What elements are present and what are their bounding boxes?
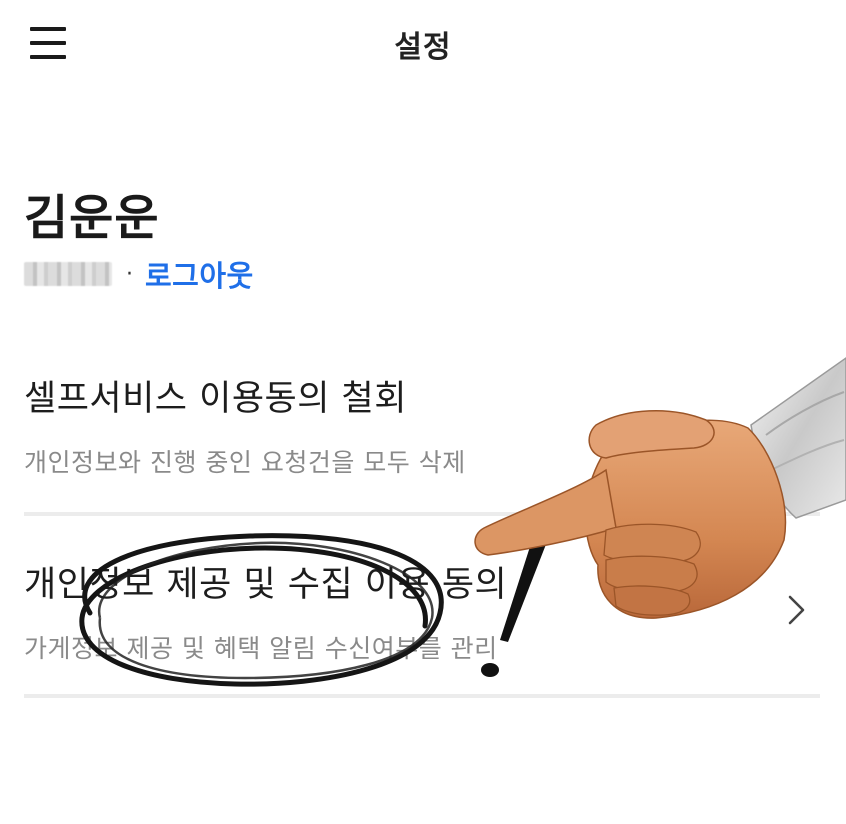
divider <box>24 694 820 698</box>
menu-item-withdraw-consent[interactable]: 셀프서비스 이용동의 철회 개인정보와 진행 중인 요청건을 모두 삭제 <box>24 370 820 512</box>
menu-item-privacy-consent[interactable]: 개인정보 제공 및 수집 이용 동의 가게정보 제공 및 혜택 알림 수신여부를… <box>24 556 820 696</box>
logout-link[interactable]: 로그아웃 <box>145 253 254 295</box>
account-row: · 로그아웃 <box>24 253 254 295</box>
app-header: 설정 <box>0 0 846 88</box>
menu-item-title: 셀프서비스 이용동의 철회 <box>24 379 407 419</box>
user-name: 김운운 <box>24 190 160 246</box>
divider <box>24 512 820 516</box>
menu-item-title: 개인정보 제공 및 수집 이용 동의 <box>24 565 508 605</box>
page-title: 설정 <box>394 30 452 65</box>
masked-account-id <box>24 262 112 286</box>
separator-dot: · <box>126 261 133 287</box>
menu-item-subtitle: 가게정보 제공 및 혜택 알림 수신여부를 관리 <box>24 634 498 663</box>
menu-item-subtitle: 개인정보와 진행 중인 요청건을 모두 삭제 <box>24 448 466 477</box>
chevron-right-icon <box>788 595 805 625</box>
